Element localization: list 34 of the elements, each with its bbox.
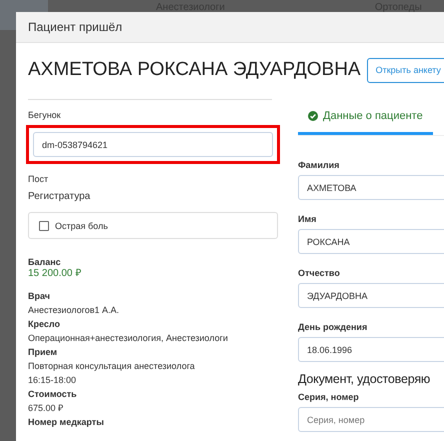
field-label: Имя [298, 214, 318, 224]
detail-label: Стоимость [28, 388, 78, 401]
field-label: Серия, номер [298, 392, 360, 402]
section-heading: Документ, удостоверяю [298, 372, 432, 386]
detail-value: Операционная+анестезиология, Анестезиологи [28, 332, 229, 345]
detail-value: 16:15-18:00 [28, 374, 78, 387]
text-field[interactable]: Серия, номер [298, 407, 444, 432]
detail-label: Врач [28, 290, 52, 303]
checkbox-icon[interactable] [39, 220, 49, 230]
balance-value: 15 200.00 ₽ [28, 267, 82, 281]
detail-value: 675.00 ₽ [28, 402, 64, 415]
detail-value: Повторная консультация анестезиолога [28, 360, 196, 373]
detail-value: Анестезиологов1 А.А. [28, 304, 120, 317]
post-value: Регистратура [28, 190, 92, 204]
text-field[interactable]: 18.06.1996 [298, 337, 444, 362]
field-label: Пост [28, 174, 50, 184]
runner-field[interactable]: dm-0538794621 [33, 132, 273, 157]
modal-title: Пациент пришёл [16, 12, 444, 43]
text-field[interactable]: РОКСАНА [298, 229, 444, 254]
acute-pain-checkbox[interactable]: Острая боль [28, 212, 278, 239]
field-label: Бегунок [28, 110, 62, 120]
patient-data-tab[interactable]: Данные о пациенте [298, 100, 433, 135]
text-field[interactable]: ЭДУАРДОВНА [298, 283, 444, 308]
check-circle-icon [308, 111, 318, 121]
detail-label: Номер медкарты [28, 416, 105, 429]
detail-label: Прием [28, 346, 58, 359]
field-label: День рождения [298, 322, 368, 332]
patient-name: АХМЕТОВА РОКСАНА ЭДУАРДОВНА [28, 59, 361, 81]
field-label: Фамилия [298, 160, 340, 170]
field-label: Отчество [298, 268, 341, 278]
open-form-button[interactable]: Открыть анкету [366, 58, 444, 82]
text-field[interactable]: АХМЕТОВА [298, 175, 444, 200]
detail-label: Кресло [28, 318, 61, 331]
balance-label: Баланс [28, 257, 62, 267]
